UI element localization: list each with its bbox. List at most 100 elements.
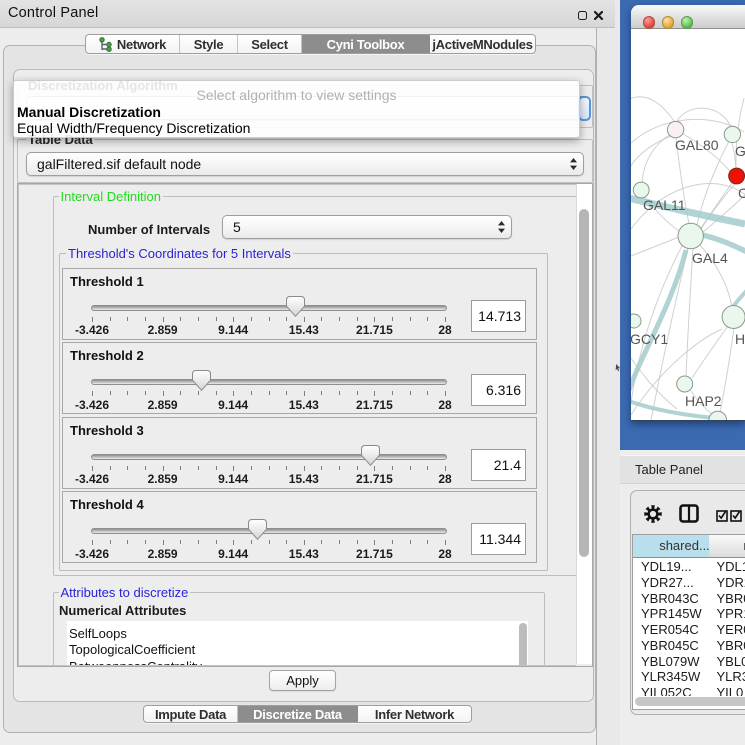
slider-track[interactable] bbox=[91, 305, 447, 311]
attribute-item[interactable]: TopologicalCoefficient bbox=[69, 642, 195, 657]
close-traffic-light[interactable] bbox=[643, 16, 656, 29]
settings-scrollbar-thumb[interactable] bbox=[579, 209, 589, 557]
network-edge bbox=[631, 237, 679, 258]
network-node-label: HAP2 bbox=[685, 393, 722, 409]
slider-tick-label: -3.426 bbox=[75, 547, 109, 561]
table-cell[interactable]: YER054C bbox=[641, 622, 699, 637]
slider-tick bbox=[180, 317, 181, 321]
attribute-item[interactable]: SelfLoops bbox=[69, 626, 127, 641]
slider-track[interactable] bbox=[91, 379, 447, 385]
network-node-label: GAL4 bbox=[692, 250, 728, 266]
table-cell[interactable]: YLR345W bbox=[641, 669, 700, 684]
network-node[interactable] bbox=[667, 121, 683, 137]
table-hscrollbar-thumb[interactable] bbox=[635, 697, 745, 706]
bottom-tab-discretize-data[interactable]: Discretize Data bbox=[238, 706, 358, 722]
attributes-group-title: Attributes to discretize bbox=[59, 585, 191, 600]
table-cell[interactable]: YPR145W bbox=[641, 606, 702, 621]
slider-tick bbox=[269, 391, 270, 395]
table-cell[interactable]: YBL079W bbox=[641, 654, 700, 669]
table-cell[interactable]: YIL0 bbox=[717, 685, 744, 696]
network-node[interactable] bbox=[709, 411, 727, 420]
table-hscrollbar-track[interactable] bbox=[633, 696, 745, 708]
slider-tick bbox=[321, 317, 322, 321]
slider-thumb[interactable] bbox=[248, 519, 267, 540]
threshold-label: Threshold 1 bbox=[70, 274, 144, 289]
slider-tick bbox=[198, 466, 199, 470]
zoom-traffic-light[interactable] bbox=[681, 16, 694, 29]
network-node[interactable] bbox=[631, 314, 641, 328]
threshold-value-field[interactable]: 6.316 bbox=[471, 374, 526, 406]
table-cell[interactable]: YIL052C bbox=[641, 685, 692, 696]
table-cell[interactable]: YBR045C bbox=[641, 638, 699, 653]
minimize-traffic-light[interactable] bbox=[662, 16, 675, 29]
slider-thumb[interactable] bbox=[192, 370, 211, 391]
checkbox-icons[interactable] bbox=[716, 510, 742, 522]
network-node[interactable] bbox=[724, 126, 740, 142]
network-node[interactable] bbox=[677, 376, 693, 392]
tab-cyni-toolbox[interactable]: Cyni Toolbox bbox=[302, 35, 430, 53]
slider-track[interactable] bbox=[91, 528, 447, 534]
apply-button[interactable]: Apply bbox=[269, 670, 336, 691]
slider-tick bbox=[321, 391, 322, 395]
split-columns-icon[interactable] bbox=[679, 504, 699, 523]
threshold-value-field[interactable]: 14.713 bbox=[471, 300, 526, 332]
tab-style[interactable]: Style bbox=[180, 35, 238, 53]
popup-option[interactable]: Equal Width/Frequency Discretization bbox=[17, 120, 250, 136]
slider-thumb[interactable] bbox=[286, 296, 305, 317]
gear-icon[interactable] bbox=[644, 505, 662, 523]
network-node[interactable] bbox=[722, 306, 745, 329]
table-cell[interactable]: YDL19... bbox=[641, 559, 692, 574]
network-edge bbox=[720, 328, 734, 412]
bottom-tab-impute-data[interactable]: Impute Data bbox=[144, 706, 238, 722]
network-window: GAL80GCGAL11GAL4GCY1HHAP2 bbox=[631, 5, 745, 421]
threshold-value-field[interactable]: 21.4 bbox=[471, 449, 526, 481]
slider-track[interactable] bbox=[91, 454, 447, 460]
slider-tick bbox=[127, 466, 128, 470]
table-header-name[interactable]: n bbox=[709, 535, 745, 558]
table-cell[interactable]: YPR1 bbox=[717, 606, 745, 621]
slider-tick bbox=[198, 540, 199, 544]
bottom-tab-infer-network[interactable]: Infer Network bbox=[358, 706, 471, 722]
network-view[interactable]: GAL80GCGAL11GAL4GCY1HHAP2 bbox=[631, 28, 745, 420]
threshold-card: Threshold 3-3.4262.8599.14415.4321.71528… bbox=[62, 417, 537, 489]
slider-tick bbox=[286, 391, 287, 395]
table-cell[interactable]: YER0 bbox=[717, 622, 745, 637]
interval-definition-title: Interval Definition bbox=[59, 189, 163, 204]
popup-option[interactable]: Manual Discretization bbox=[17, 104, 161, 120]
table-panel-title: Table Panel bbox=[635, 462, 703, 477]
table-cell[interactable]: YBR043C bbox=[641, 591, 699, 606]
network-node[interactable] bbox=[678, 223, 703, 248]
table-cell[interactable]: YDL1 bbox=[717, 559, 745, 574]
attribute-item[interactable]: BetweennessCentrality bbox=[69, 659, 202, 666]
slider-thumb[interactable] bbox=[361, 445, 380, 466]
close-icon[interactable] bbox=[594, 11, 603, 20]
table-cell[interactable]: YDR2 bbox=[717, 575, 745, 590]
attributes-scrollbar-thumb[interactable] bbox=[519, 623, 527, 666]
table-cell[interactable]: YDR27... bbox=[641, 575, 694, 590]
threshold-label: Threshold 3 bbox=[70, 423, 144, 438]
slider-tick bbox=[127, 391, 128, 395]
number-of-intervals-combo[interactable]: 5 bbox=[222, 215, 512, 239]
slider-tick bbox=[286, 466, 287, 470]
table-cell[interactable]: YBR0 bbox=[717, 591, 745, 606]
slider-tick bbox=[339, 391, 340, 395]
table-cell[interactable]: YLR3 bbox=[717, 669, 745, 684]
slider-tick-label: 21.715 bbox=[356, 398, 393, 412]
network-node[interactable] bbox=[729, 168, 745, 184]
table-data-combo[interactable]: galFiltered.sif default node bbox=[26, 152, 584, 176]
coords-group-title: Threshold's Coordinates for 5 Intervals bbox=[66, 246, 293, 261]
slider-tick bbox=[392, 540, 393, 544]
table-cell[interactable]: YBL0 bbox=[717, 654, 745, 669]
slider-tick bbox=[269, 540, 270, 544]
tab-jactivemnodules[interactable]: jActiveMNodules bbox=[430, 35, 535, 53]
numerical-attributes-list[interactable]: SelfLoopsTopologicalCoefficient Betweenne… bbox=[67, 621, 516, 666]
threshold-value-field[interactable]: 11.344 bbox=[471, 523, 526, 555]
float-window-icon[interactable] bbox=[578, 11, 587, 20]
table-data-combo-value: galFiltered.sif default node bbox=[37, 156, 201, 172]
network-node[interactable] bbox=[633, 182, 649, 198]
tab-select[interactable]: Select bbox=[238, 35, 302, 53]
tab-network[interactable]: Network bbox=[86, 35, 180, 53]
network-edge bbox=[677, 108, 731, 127]
table-cell[interactable]: YBR0 bbox=[717, 638, 745, 653]
network-node-label: C bbox=[738, 185, 745, 201]
